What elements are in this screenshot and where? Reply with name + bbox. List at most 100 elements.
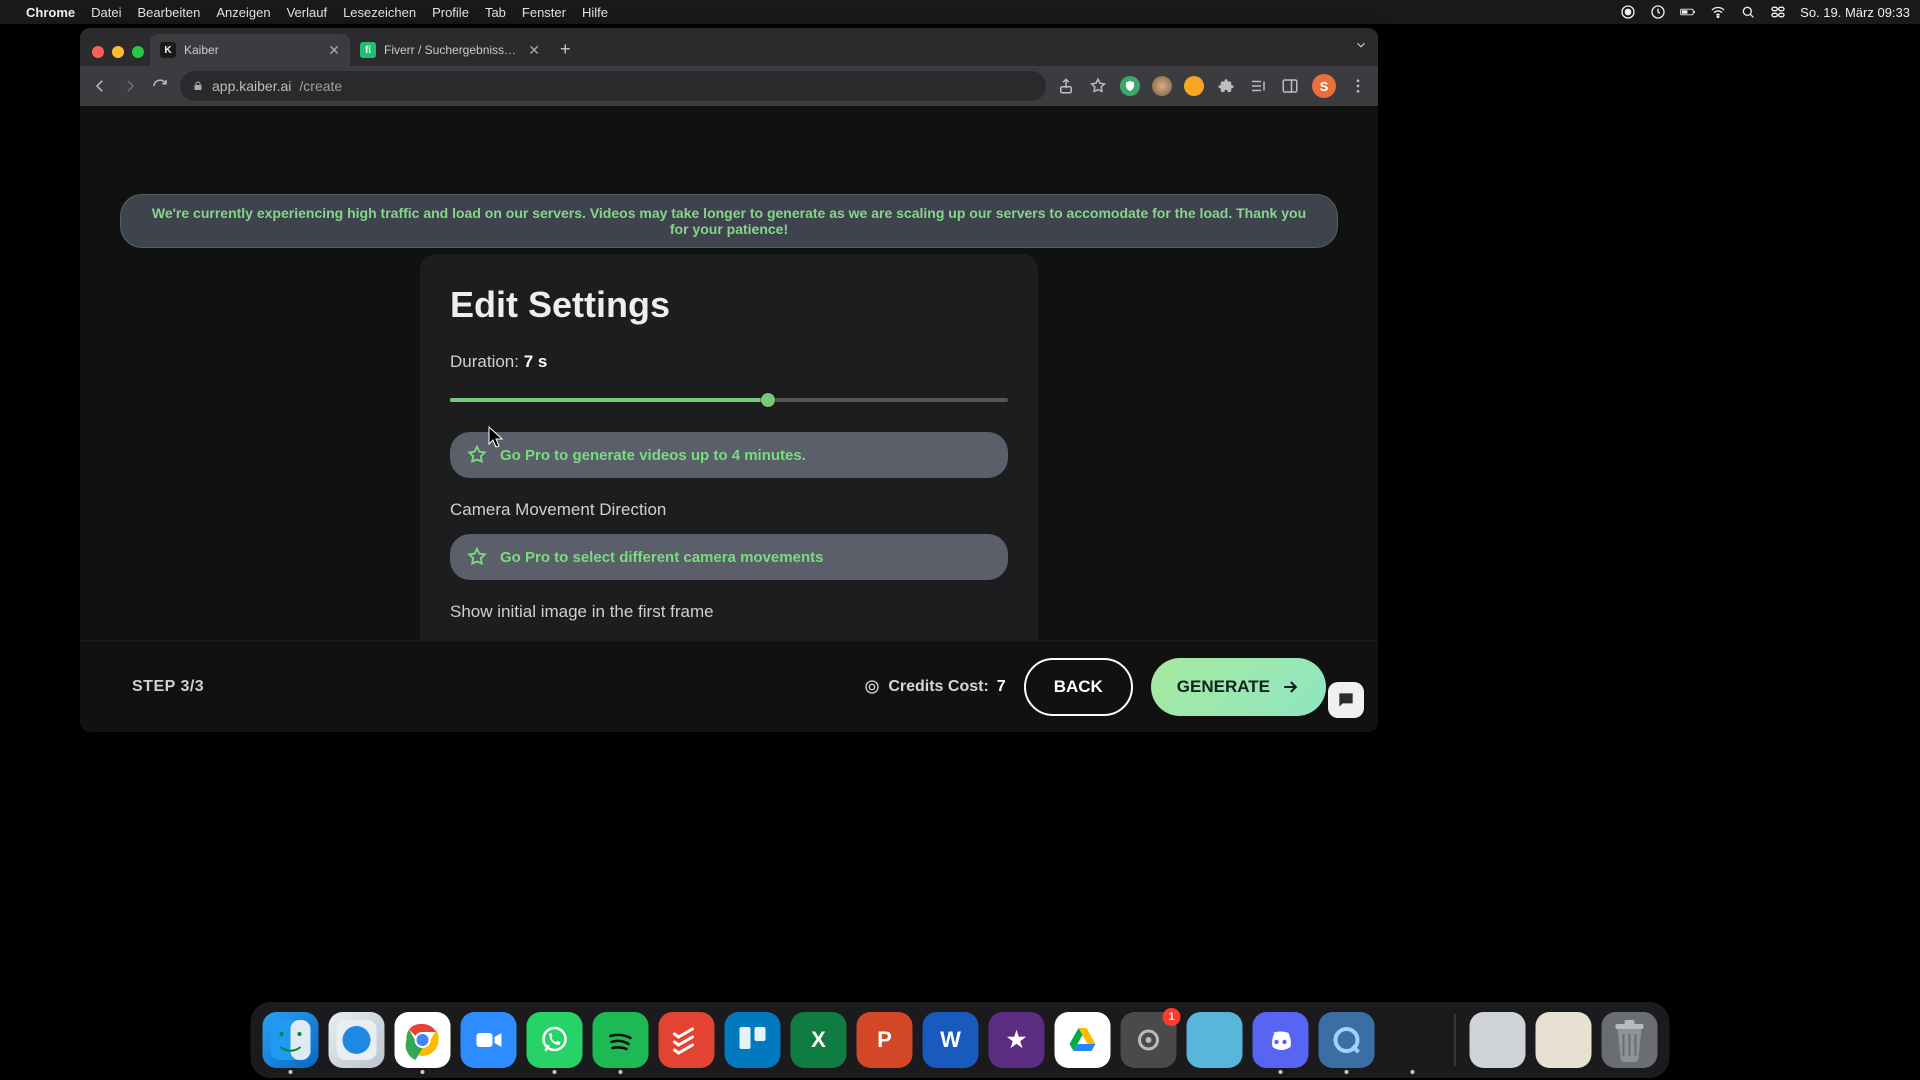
dock-chrome[interactable] [395, 1012, 451, 1068]
share-icon[interactable] [1056, 76, 1076, 96]
dock-spotify[interactable] [593, 1012, 649, 1068]
initial-image-label: Show initial image in the first frame [450, 602, 1008, 622]
dock-powerpoint[interactable]: P [857, 1012, 913, 1068]
chat-icon [1336, 690, 1356, 710]
step-indicator: STEP 3/3 [132, 678, 204, 696]
nav-forward-icon [120, 76, 140, 96]
wifi-icon[interactable] [1710, 4, 1726, 20]
go-pro-camera-pill[interactable]: Go Pro to select different camera moveme… [450, 534, 1008, 580]
window-close[interactable] [92, 46, 104, 58]
star-icon [466, 546, 488, 568]
tab-strip: K Kaiber ✕ fi Fiverr / Suchergebnisse fü… [80, 28, 1378, 66]
dock-safari[interactable] [329, 1012, 385, 1068]
clock-status-icon[interactable] [1650, 4, 1666, 20]
menu-lesezeichen[interactable]: Lesezeichen [343, 5, 416, 20]
slider-fill [450, 398, 768, 402]
go-pro-duration-text: Go Pro to generate videos up to 4 minute… [500, 447, 806, 464]
dock-todoist[interactable] [659, 1012, 715, 1068]
url-host: app.kaiber.ai [212, 78, 291, 94]
bookmark-star-icon[interactable] [1088, 76, 1108, 96]
screen-record-icon[interactable] [1620, 4, 1636, 20]
favicon: fi [360, 42, 376, 58]
dock-desktop-stack[interactable] [1536, 1012, 1592, 1068]
menu-profile[interactable]: Profile [432, 5, 469, 20]
tab-close-icon[interactable]: ✕ [528, 42, 540, 59]
dock-audio-app[interactable] [1385, 1012, 1441, 1068]
credits-icon [864, 679, 880, 695]
dock-zoom[interactable] [461, 1012, 517, 1068]
camera-movement-label: Camera Movement Direction [450, 500, 1008, 520]
dock-separator [1455, 1014, 1456, 1066]
menu-hilfe[interactable]: Hilfe [582, 5, 608, 20]
window-maximize[interactable] [132, 46, 144, 58]
menu-tab[interactable]: Tab [485, 5, 506, 20]
dock-discord[interactable] [1253, 1012, 1309, 1068]
menu-verlauf[interactable]: Verlauf [287, 5, 327, 20]
tab-overflow-icon[interactable] [1354, 38, 1368, 52]
duration-label: Duration: [450, 352, 524, 371]
duration-slider[interactable] [450, 392, 1008, 408]
dock-word[interactable]: W [923, 1012, 979, 1068]
extension-shield-icon[interactable] [1120, 76, 1140, 96]
extensions-puzzle-icon[interactable] [1216, 76, 1236, 96]
slider-thumb[interactable] [761, 393, 775, 407]
lock-icon [192, 80, 204, 92]
generate-button[interactable]: GENERATE [1151, 658, 1326, 716]
tab-title: Fiverr / Suchergebnisse für „lo [384, 43, 520, 57]
star-icon [466, 444, 488, 466]
menu-anzeigen[interactable]: Anzeigen [216, 5, 270, 20]
back-button[interactable]: BACK [1024, 658, 1133, 716]
dock-trello[interactable] [725, 1012, 781, 1068]
credits-value: 7 [997, 678, 1006, 696]
chrome-window: K Kaiber ✕ fi Fiverr / Suchergebnisse fü… [80, 28, 1378, 732]
browser-tab-fiverr[interactable]: fi Fiverr / Suchergebnisse für „lo ✕ [350, 34, 550, 66]
server-status-banner: We're currently experiencing high traffi… [120, 194, 1338, 248]
menubar-app-name[interactable]: Chrome [26, 5, 75, 20]
macos-dock: XPW★ 1 [251, 1002, 1670, 1078]
address-bar[interactable]: app.kaiber.ai/create [180, 71, 1046, 101]
extension-orange-icon[interactable] [1184, 76, 1204, 96]
profile-avatar[interactable]: S [1312, 74, 1336, 98]
sidepanel-icon[interactable] [1280, 76, 1300, 96]
battery-icon[interactable] [1680, 4, 1696, 20]
dock-finder[interactable] [263, 1012, 319, 1068]
browser-toolbar: app.kaiber.ai/create S [80, 66, 1378, 106]
macos-menubar: Chrome Datei Bearbeiten Anzeigen Verlauf… [0, 0, 1920, 24]
menu-datei[interactable]: Datei [91, 5, 121, 20]
dock-imovie[interactable]: ★ [989, 1012, 1045, 1068]
dock-launchpad-folder[interactable] [1470, 1012, 1526, 1068]
new-tab-button[interactable]: + [550, 39, 581, 66]
nav-back-icon[interactable] [90, 76, 110, 96]
dock-google-drive[interactable] [1055, 1012, 1111, 1068]
dock-trash[interactable] [1602, 1012, 1658, 1068]
tab-close-icon[interactable]: ✕ [328, 42, 340, 59]
menubar-clock[interactable]: So. 19. März 09:33 [1800, 5, 1910, 20]
kebab-menu-icon[interactable] [1348, 76, 1368, 96]
menu-fenster[interactable]: Fenster [522, 5, 566, 20]
dock-settings[interactable]: 1 [1121, 1012, 1177, 1068]
browser-tab-kaiber[interactable]: K Kaiber ✕ [150, 34, 350, 66]
window-minimize[interactable] [112, 46, 124, 58]
page-viewport: We're currently experiencing high traffi… [80, 106, 1378, 732]
menu-bearbeiten[interactable]: Bearbeiten [137, 5, 200, 20]
arrow-right-icon [1280, 677, 1300, 697]
spotlight-icon[interactable] [1740, 4, 1756, 20]
nav-reload-icon[interactable] [150, 76, 170, 96]
control-center-icon[interactable] [1770, 4, 1786, 20]
dock-excel[interactable]: X [791, 1012, 847, 1068]
dock-whatsapp[interactable] [527, 1012, 583, 1068]
go-pro-camera-text: Go Pro to select different camera moveme… [500, 549, 823, 566]
generate-label: GENERATE [1177, 677, 1270, 697]
credits-cost: Credits Cost: 7 [864, 678, 1005, 696]
extension-orb-icon[interactable] [1152, 76, 1172, 96]
dock-siri-globe[interactable] [1187, 1012, 1243, 1068]
edit-settings-card: Edit Settings Duration: 7 s Go Pro to ge… [420, 254, 1038, 670]
credits-label: Credits Cost: [888, 678, 988, 696]
card-title: Edit Settings [450, 284, 1008, 326]
dock-quicktime[interactable] [1319, 1012, 1375, 1068]
reading-list-icon[interactable] [1248, 76, 1268, 96]
go-pro-duration-pill[interactable]: Go Pro to generate videos up to 4 minute… [450, 432, 1008, 478]
wizard-footer: STEP 3/3 Credits Cost: 7 BACK GENERATE [80, 640, 1378, 732]
intercom-bubble[interactable] [1328, 682, 1364, 718]
tab-title: Kaiber [184, 43, 320, 57]
